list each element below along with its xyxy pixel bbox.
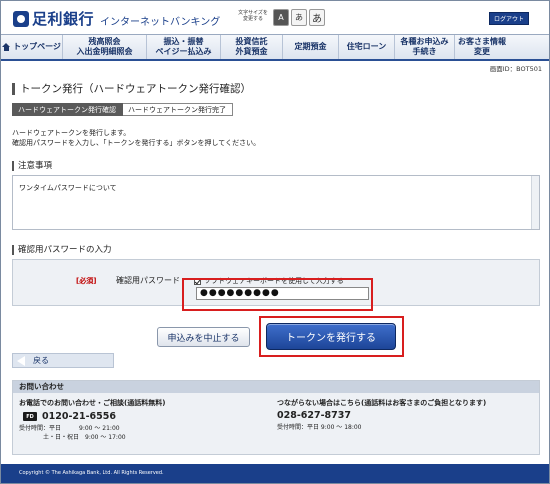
copyright: Copyright © The Ashikaga Bank, Ltd. All … <box>19 470 164 476</box>
notice-heading: 注意事項 <box>12 161 52 171</box>
freedial-hours-weekend: 土・日・祝日 9:00 ～ 17:00 <box>19 434 126 441</box>
password-section-heading: 確認用パスワードの入力 <box>12 245 112 255</box>
back-button[interactable]: 戻る <box>12 353 114 368</box>
font-size-label: 文字サイズを変更する <box>238 10 268 22</box>
contact-section: お問い合わせ お電話でのお問い合わせ・ご相談(通話料無料) つながらない場合はこ… <box>12 380 540 455</box>
font-size-small-button[interactable]: A <box>273 9 289 26</box>
alt-phone-hours: 受付時間：平日 9:00 ～ 18:00 <box>277 424 362 431</box>
nav-item-time-deposit[interactable]: 定期預金 <box>283 35 339 59</box>
freedial-number[interactable]: FD 0120-21-6556 <box>23 411 116 422</box>
cancel-button[interactable]: 申込みを中止する <box>157 327 250 347</box>
nav-item-top[interactable]: トップページ <box>1 35 63 59</box>
page-title: トークン発行（ハードウェアトークン発行確認） <box>12 83 251 95</box>
notice-scrollbar[interactable] <box>531 176 539 229</box>
nav-item-customer-info[interactable]: お客さま情報 変更 <box>455 35 509 59</box>
intro-text: ハードウェアトークンを発行します。 確認用パスワードを入力し、「トークンを発行す… <box>12 128 260 148</box>
nav-item-investment[interactable]: 投資信託 外貨預金 <box>221 35 283 59</box>
bank-logo-icon <box>13 10 29 27</box>
font-size-large-button[interactable]: あ <box>309 9 325 26</box>
bank-name: 足利銀行 <box>32 10 95 28</box>
required-badge: [必須] <box>76 277 97 285</box>
nav-item-transfer[interactable]: 振込・振替 ペイジー払込み <box>147 35 221 59</box>
freedial-hours: 受付時間：平日 9:00 ～ 21:00 土・日・祝日 9:00 ～ 17:00 <box>19 424 126 442</box>
back-label: 戻る <box>33 356 49 365</box>
nav-item-applications[interactable]: 各種お申込み 手続き <box>395 35 455 59</box>
service-name: インターネットバンキング <box>100 16 221 28</box>
back-arrow-icon <box>17 356 25 366</box>
intro-line-1: ハードウェアトークンを発行します。 <box>12 129 131 137</box>
nav-item-balance[interactable]: 残高照会 入出金明細照会 <box>63 35 147 59</box>
nav-item-label: トップページ <box>13 42 61 51</box>
step-current: ハードウェアトークン発行確認 <box>12 103 123 116</box>
global-nav: トップページ 残高照会 入出金明細照会 振込・振替 ペイジー払込み 投資信託 外… <box>1 34 549 61</box>
intro-line-2: 確認用パスワードを入力し、「トークンを発行する」ボタンを押してください。 <box>12 139 261 147</box>
contact-heading: お問い合わせ <box>13 381 539 393</box>
freedial-icon: FD <box>23 412 37 421</box>
highlight-issue-button <box>259 316 404 357</box>
freedial-hours-weekday: 受付時間：平日 9:00 ～ 21:00 <box>19 425 120 432</box>
contact-phone-heading: お電話でのお問い合わせ・ご相談(通話料無料) <box>19 399 166 407</box>
screen-id: 画面ID：BOT501 <box>489 65 542 73</box>
bank-logo[interactable]: 足利銀行 インターネットバンキング <box>13 8 220 29</box>
notice-text: ワンタイムパスワードについて <box>19 184 117 192</box>
nav-item-housing-loan[interactable]: 住宅ローン <box>339 35 395 59</box>
footer: Copyright © The Ashikaga Bank, Ltd. All … <box>1 464 549 483</box>
step-indicator: ハードウェアトークン発行確認 ハードウェアトークン発行完了 <box>12 103 233 116</box>
password-label: 確認用パスワード <box>116 276 180 285</box>
contact-alt-heading: つながらない場合はこちら(通話料はお客さまのご負担となります) <box>277 399 487 407</box>
highlight-password <box>182 278 373 311</box>
home-icon <box>2 43 11 51</box>
freedial-tel: 0120-21-6556 <box>42 411 116 422</box>
alt-phone-number[interactable]: 028-627-8737 <box>277 410 351 421</box>
font-size-medium-button[interactable]: あ <box>291 9 307 26</box>
notice-box[interactable]: ワンタイムパスワードについて <box>12 175 540 230</box>
step-next: ハードウェアトークン発行完了 <box>123 103 233 116</box>
logout-button[interactable]: ログアウト <box>489 12 529 25</box>
header: 足利銀行 インターネットバンキング 文字サイズを変更する A あ あ ログアウト <box>1 1 549 31</box>
